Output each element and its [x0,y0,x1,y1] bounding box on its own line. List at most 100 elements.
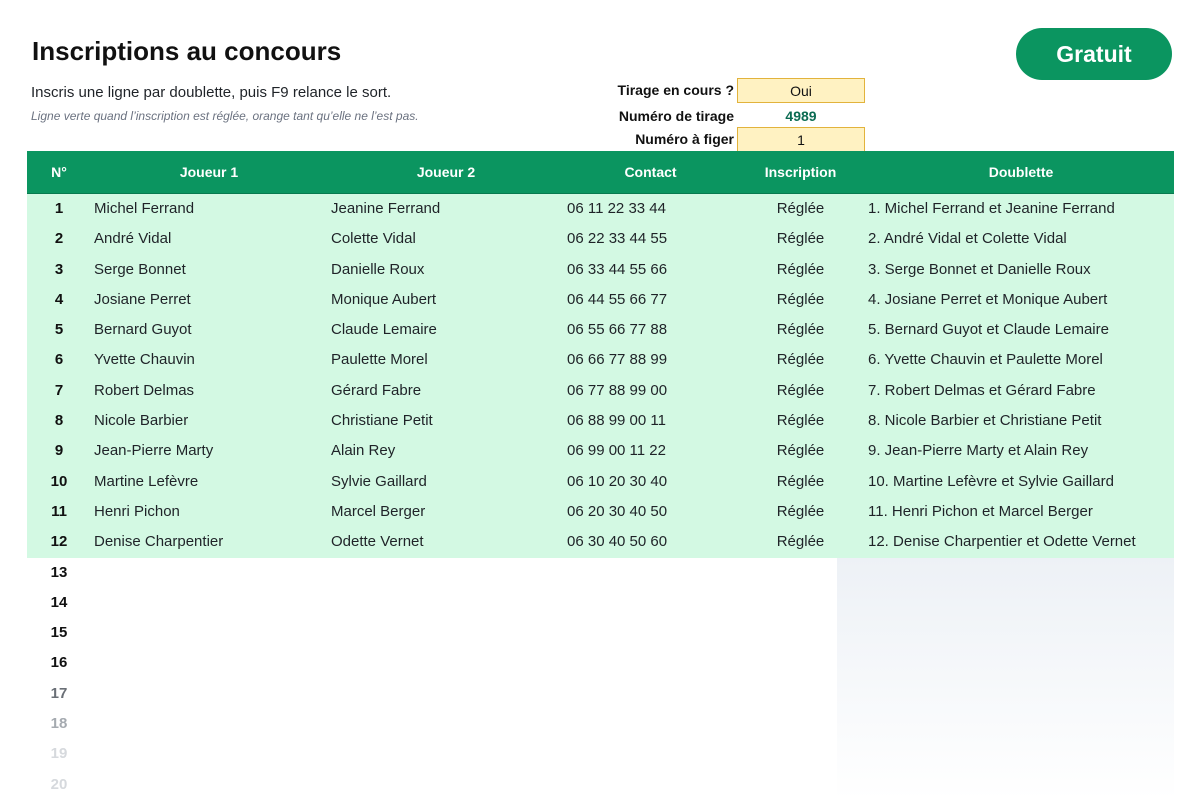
cell-joueur1[interactable]: Yvette Chauvin [94,345,324,375]
cell-joueur2[interactable]: Alain Rey [331,436,561,466]
gratuit-badge-button[interactable]: Gratuit [1016,28,1172,80]
cell-contact[interactable]: 06 33 44 55 66 [567,255,727,285]
cell-joueur2[interactable]: Claude Lemaire [331,315,561,345]
cell-contact[interactable]: 06 55 66 77 88 [567,315,727,345]
table-row-empty: 18 [27,709,1174,739]
cell-num[interactable]: 12 [27,527,91,557]
cell-num[interactable]: 5 [27,315,91,345]
cell-contact[interactable]: 06 22 33 44 55 [567,224,727,254]
cell-joueur2[interactable]: Gérard Fabre [331,376,561,406]
inscriptions-table: N° Joueur 1 Joueur 2 Contact Inscription… [27,151,1174,800]
cell-inscription[interactable]: Réglée [727,255,874,285]
numero-tirage-label: Numéro de tirage [618,108,734,124]
cell-doublette[interactable]: 9. Jean-Pierre Marty et Alain Rey [868,436,1174,466]
cell-inscription[interactable]: Réglée [727,194,874,224]
cell-doublette[interactable]: 4. Josiane Perret et Monique Aubert [868,285,1174,315]
cell-num[interactable]: 6 [27,345,91,375]
cell-num[interactable]: 15 [27,618,91,648]
cell-num[interactable]: 8 [27,406,91,436]
cell-num[interactable]: 2 [27,224,91,254]
table-row: 4 Josiane Perret Monique Aubert 06 44 55 66… [27,284,1174,316]
cell-joueur1[interactable]: Michel Ferrand [94,194,324,224]
col-header-joueur2[interactable]: Joueur 2 [331,151,561,193]
numero-figer-input[interactable] [737,127,865,152]
col-header-contact[interactable]: Contact [567,151,734,193]
cell-joueur2[interactable]: Jeanine Ferrand [331,194,561,224]
cell-contact[interactable]: 06 11 22 33 44 [567,194,727,224]
cell-joueur2[interactable]: Paulette Morel [331,345,561,375]
cell-joueur2[interactable]: Danielle Roux [331,255,561,285]
cell-doublette[interactable]: 6. Yvette Chauvin et Paulette Morel [868,345,1174,375]
table-row: 3 Serge Bonnet Danielle Roux 06 33 44 55 66… [27,254,1174,285]
cell-joueur2[interactable]: Marcel Berger [331,497,561,527]
table-row: 2 André Vidal Colette Vidal 06 22 33 44 55 R… [27,224,1174,255]
cell-inscription[interactable]: Réglée [727,376,874,406]
col-header-joueur1[interactable]: Joueur 1 [94,151,324,193]
cell-doublette[interactable]: 12. Denise Charpentier et Odette Vernet [868,527,1174,557]
cell-num[interactable]: 7 [27,376,91,406]
cell-doublette[interactable]: 11. Henri Pichon et Marcel Berger [868,497,1174,527]
hint-text: Ligne verte quand l’inscription est régl… [31,109,419,123]
cell-contact[interactable]: 06 88 99 00 11 [567,406,727,436]
cell-num[interactable]: 19 [27,739,91,769]
cell-joueur2[interactable]: Monique Aubert [331,285,561,315]
cell-inscription[interactable]: Réglée [727,285,874,315]
cell-inscription[interactable]: Réglée [727,467,874,497]
cell-joueur2[interactable]: Colette Vidal [331,224,561,254]
cell-joueur1[interactable]: Robert Delmas [94,376,324,406]
cell-doublette[interactable]: 3. Serge Bonnet et Danielle Roux [868,255,1174,285]
table-row-empty: 19 [27,739,1174,769]
cell-inscription[interactable]: Réglée [727,224,874,254]
cell-joueur1[interactable]: Jean-Pierre Marty [94,436,324,466]
col-header-num[interactable]: N° [27,151,91,193]
cell-inscription[interactable]: Réglée [727,315,874,345]
cell-doublette[interactable]: 8. Nicole Barbier et Christiane Petit [868,406,1174,436]
cell-joueur1[interactable]: Bernard Guyot [94,315,324,345]
cell-doublette[interactable]: 7. Robert Delmas et Gérard Fabre [868,376,1174,406]
cell-num[interactable]: 3 [27,255,91,285]
cell-joueur1[interactable]: Serge Bonnet [94,255,324,285]
cell-joueur2[interactable]: Sylvie Gaillard [331,467,561,497]
page-title: Inscriptions au concours [32,36,342,66]
cell-num[interactable]: 10 [27,467,91,497]
cell-joueur1[interactable]: Denise Charpentier [94,527,324,557]
cell-joueur1[interactable]: Henri Pichon [94,497,324,527]
cell-contact[interactable]: 06 30 40 50 60 [567,527,727,557]
cell-num[interactable]: 9 [27,436,91,466]
cell-doublette[interactable]: 10. Martine Lefèvre et Sylvie Gaillard [868,467,1174,497]
cell-contact[interactable]: 06 99 00 11 22 [567,436,727,466]
cell-num[interactable]: 4 [27,285,91,315]
cell-inscription[interactable]: Réglée [727,406,874,436]
cell-num[interactable]: 17 [27,679,91,709]
col-header-doublette[interactable]: Doublette [868,151,1174,193]
cell-inscription[interactable]: Réglée [727,527,874,557]
cell-num[interactable]: 20 [27,770,91,800]
cell-joueur1[interactable]: Martine Lefèvre [94,467,324,497]
cell-contact[interactable]: 06 10 20 30 40 [567,467,727,497]
cell-doublette[interactable]: 1. Michel Ferrand et Jeanine Ferrand [868,194,1174,224]
cell-contact[interactable]: 06 66 77 88 99 [567,345,727,375]
cell-doublette[interactable]: 2. André Vidal et Colette Vidal [868,224,1174,254]
cell-num[interactable]: 11 [27,497,91,527]
cell-inscription[interactable]: Réglée [727,497,874,527]
cell-num[interactable]: 16 [27,648,91,678]
cell-num[interactable]: 13 [27,558,91,588]
cell-contact[interactable]: 06 77 88 99 00 [567,376,727,406]
cell-inscription[interactable]: Réglée [727,345,874,375]
table-row-empty: 17 [27,679,1174,709]
cell-joueur2[interactable]: Christiane Petit [331,406,561,436]
cell-num[interactable]: 18 [27,709,91,739]
table-row-empty: 16 [27,648,1174,678]
cell-contact[interactable]: 06 44 55 66 77 [567,285,727,315]
cell-num[interactable]: 1 [27,194,91,224]
col-header-inscription[interactable]: Inscription [727,151,874,193]
tirage-input[interactable] [737,78,865,103]
cell-contact[interactable]: 06 20 30 40 50 [567,497,727,527]
cell-joueur1[interactable]: Josiane Perret [94,285,324,315]
cell-joueur1[interactable]: Nicole Barbier [94,406,324,436]
cell-num[interactable]: 14 [27,588,91,618]
cell-joueur1[interactable]: André Vidal [94,224,324,254]
cell-doublette[interactable]: 5. Bernard Guyot et Claude Lemaire [868,315,1174,345]
cell-inscription[interactable]: Réglée [727,436,874,466]
cell-joueur2[interactable]: Odette Vernet [331,527,561,557]
